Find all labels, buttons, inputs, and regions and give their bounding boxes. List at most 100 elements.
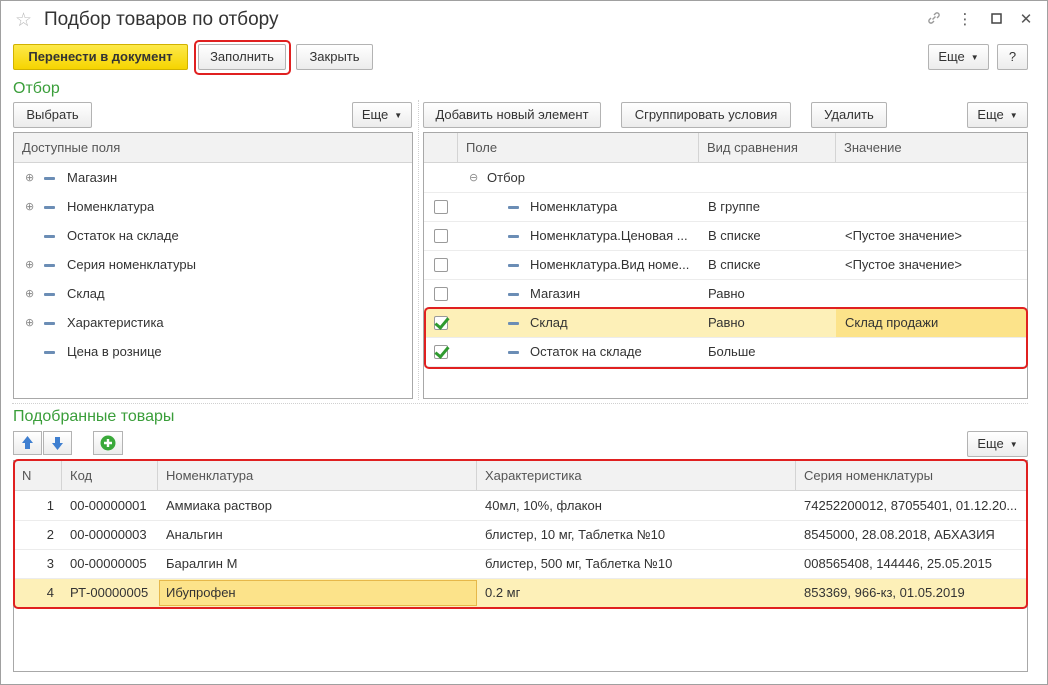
condition-checkbox[interactable] — [434, 287, 448, 301]
arrow-down-icon — [52, 437, 63, 450]
panel-splitter[interactable] — [418, 100, 419, 400]
condition-comparison[interactable]: Равно — [708, 280, 745, 308]
available-field-item[interactable]: ⊕ Магазин — [14, 164, 412, 193]
more-button[interactable]: Еще ▼ — [928, 44, 989, 70]
select-button[interactable]: Выбрать — [13, 102, 92, 128]
condition-checkbox[interactable] — [434, 345, 448, 359]
condition-comparison[interactable]: В группе — [708, 193, 760, 221]
move-down-button[interactable] — [43, 431, 72, 455]
arrow-up-icon — [22, 436, 33, 449]
condition-comparison[interactable]: Равно — [708, 309, 745, 337]
transfer-to-document-button[interactable]: Перенести в документ — [13, 44, 188, 70]
group-conditions-button[interactable]: Сгруппировать условия — [621, 102, 791, 128]
row-characteristic[interactable]: 0.2 мг — [485, 579, 520, 607]
series-column-header[interactable]: Серия номенклатуры — [796, 461, 1027, 491]
table-row[interactable]: 3 00-00000005 Баралгин М блистер, 500 мг… — [14, 550, 1027, 579]
expand-icon[interactable]: ⊕ — [25, 173, 34, 184]
expand-icon[interactable]: ⊕ — [25, 318, 34, 329]
available-field-label: Номенклатура — [67, 199, 155, 214]
condition-value[interactable]: Склад продажи — [836, 309, 1027, 337]
checkbox-column-header — [424, 133, 458, 163]
delete-button[interactable]: Удалить — [811, 102, 887, 128]
filter-right-more-button[interactable]: Еще ▼ — [967, 102, 1028, 128]
available-field-item[interactable]: ⊕ Номенклатура — [14, 193, 412, 222]
row-item-active-cell[interactable]: Ибупрофен — [159, 580, 477, 606]
available-field-item[interactable]: ⊕ Склад — [14, 280, 412, 309]
condition-comparison[interactable]: В списке — [708, 222, 761, 250]
available-field-item[interactable]: Цена в рознице — [14, 338, 412, 367]
row-item[interactable]: Баралгин М — [166, 550, 237, 578]
link-icon[interactable] — [925, 10, 943, 30]
row-code: 00-00000003 — [70, 527, 147, 542]
row-number: 3 — [46, 556, 54, 571]
filter-left-more-button[interactable]: Еще ▼ — [352, 102, 412, 128]
close-icon[interactable]: ✕ — [1017, 10, 1035, 30]
table-row-selected[interactable]: 4 РТ-00000005 Ибупрофен 0.2 мг 853369, 9… — [14, 579, 1027, 608]
condition-field: Номенклатура.Ценовая ... — [530, 228, 688, 243]
condition-comparison[interactable]: В списке — [708, 251, 761, 279]
help-button[interactable]: ? — [997, 44, 1028, 70]
n-column-header[interactable]: N — [14, 461, 62, 491]
table-row[interactable]: 1 00-00000001 Аммиака раствор 40мл, 10%,… — [14, 492, 1027, 521]
close-button[interactable]: Закрыть — [296, 44, 373, 70]
condition-row[interactable]: Номенклатура В группе — [424, 193, 1027, 222]
available-field-item[interactable]: ⊕ Серия номенклатуры — [14, 251, 412, 280]
row-characteristic[interactable]: 40мл, 10%, флакон — [485, 492, 602, 520]
selected-more-button[interactable]: Еще ▼ — [967, 431, 1028, 457]
condition-row[interactable]: Остаток на складе Больше — [424, 338, 1027, 367]
row-item[interactable]: Анальгин — [166, 521, 223, 549]
available-field-label: Магазин — [67, 170, 118, 185]
condition-row[interactable]: Магазин Равно — [424, 280, 1027, 309]
more-label: Еще — [977, 107, 1004, 122]
condition-field: Магазин — [530, 286, 581, 301]
add-new-element-button[interactable]: Добавить новый элемент — [423, 102, 601, 128]
item-column-header[interactable]: Номенклатура — [158, 461, 477, 491]
available-field-item[interactable]: ⊕ Характеристика — [14, 309, 412, 338]
row-characteristic[interactable]: блистер, 10 мг, Таблетка №10 — [485, 521, 665, 549]
filter-root-row[interactable]: ⊖ Отбор — [424, 164, 1027, 193]
filter-conditions-panel: Поле Вид сравнения Значение ⊖ Отбор Номе… — [423, 132, 1028, 399]
condition-row[interactable]: Номенклатура.Вид номе... В списке <Пусто… — [424, 251, 1027, 280]
field-icon — [508, 206, 519, 209]
field-icon — [44, 235, 55, 238]
maximize-icon[interactable] — [987, 10, 1005, 30]
condition-checkbox[interactable] — [434, 229, 448, 243]
condition-row[interactable]: Номенклатура.Ценовая ... В списке <Пусто… — [424, 222, 1027, 251]
move-up-button[interactable] — [13, 431, 42, 455]
condition-value[interactable]: <Пустое значение> — [845, 222, 962, 250]
fill-button[interactable]: Заполнить — [198, 44, 286, 70]
row-item[interactable]: Аммиака раствор — [166, 492, 272, 520]
expand-icon[interactable]: ⊕ — [25, 260, 34, 271]
add-row-button[interactable] — [93, 431, 123, 455]
more-vertical-icon[interactable]: ⋮ — [956, 10, 974, 30]
expand-icon[interactable]: ⊕ — [25, 202, 34, 213]
row-series[interactable]: 008565408, 144446, 25.05.2015 — [804, 550, 1024, 578]
value-column-header[interactable]: Значение — [836, 133, 1027, 163]
comparison-column-header[interactable]: Вид сравнения — [699, 133, 836, 163]
condition-checkbox[interactable] — [434, 258, 448, 272]
more-label: Еще — [938, 49, 965, 64]
field-icon — [44, 351, 55, 354]
condition-comparison[interactable]: Больше — [708, 338, 756, 366]
conditions-header: Поле Вид сравнения Значение — [424, 133, 1027, 163]
available-field-label: Серия номенклатуры — [67, 257, 196, 272]
collapse-icon[interactable]: ⊖ — [469, 173, 478, 184]
code-column-header[interactable]: Код — [62, 461, 158, 491]
star-icon[interactable]: ☆ — [15, 9, 32, 32]
field-column-header[interactable]: Поле — [458, 133, 699, 163]
characteristic-column-header[interactable]: Характеристика — [477, 461, 796, 491]
condition-row[interactable]: Склад Равно Склад продажи — [424, 309, 1027, 338]
row-series[interactable]: 8545000, 28.08.2018, АБХАЗИЯ — [804, 521, 1024, 549]
expand-icon[interactable]: ⊕ — [25, 289, 34, 300]
condition-value[interactable]: <Пустое значение> — [845, 251, 962, 279]
row-series[interactable]: 853369, 966-кз, 01.05.2019 — [804, 579, 1024, 607]
condition-checkbox[interactable] — [434, 200, 448, 214]
row-characteristic[interactable]: блистер, 500 мг, Таблетка №10 — [485, 550, 672, 578]
selected-goods-table: N Код Номенклатура Характеристика Серия … — [13, 460, 1028, 672]
row-series[interactable]: 74252200012, 87055401, 01.12.20... — [804, 492, 1024, 520]
row-code: 00-00000005 — [70, 556, 147, 571]
available-field-item[interactable]: Остаток на складе — [14, 222, 412, 251]
more-label: Еще — [361, 107, 389, 122]
condition-checkbox[interactable] — [434, 316, 448, 330]
table-row[interactable]: 2 00-00000003 Анальгин блистер, 10 мг, Т… — [14, 521, 1027, 550]
